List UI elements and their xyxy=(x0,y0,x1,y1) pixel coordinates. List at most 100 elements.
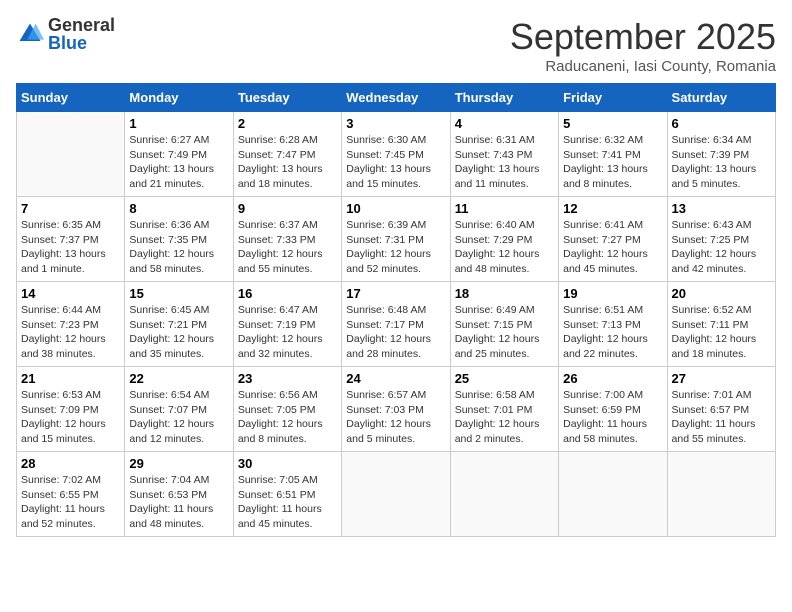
table-row: 17 Sunrise: 6:48 AMSunset: 7:17 PMDayligh… xyxy=(342,282,450,367)
day-detail: Sunrise: 6:28 AMSunset: 7:47 PMDaylight:… xyxy=(238,133,337,192)
logo-icon xyxy=(16,20,44,48)
day-number: 7 xyxy=(21,201,120,216)
day-detail: Sunrise: 6:32 AMSunset: 7:41 PMDaylight:… xyxy=(563,133,662,192)
logo-blue-text: Blue xyxy=(48,34,115,52)
calendar-week-row: 21 Sunrise: 6:53 AMSunset: 7:09 PMDayligh… xyxy=(17,367,776,452)
table-row: 27Sunrise: 7:01 AMSunset: 6:57 PMDayligh… xyxy=(667,367,775,452)
day-number: 18 xyxy=(455,286,554,301)
day-detail: Sunrise: 6:47 AMSunset: 7:19 PMDaylight:… xyxy=(238,303,337,362)
day-detail: Sunrise: 6:54 AMSunset: 7:07 PMDaylight:… xyxy=(129,388,228,447)
table-row: 15 Sunrise: 6:45 AMSunset: 7:21 PMDayligh… xyxy=(125,282,233,367)
table-row: 21 Sunrise: 6:53 AMSunset: 7:09 PMDayligh… xyxy=(17,367,125,452)
table-row: 3 Sunrise: 6:30 AMSunset: 7:45 PMDaylight… xyxy=(342,112,450,197)
day-number: 30 xyxy=(238,456,337,471)
table-row: 2 Sunrise: 6:28 AMSunset: 7:47 PMDaylight… xyxy=(233,112,341,197)
table-row: 10 Sunrise: 6:39 AMSunset: 7:31 PMDayligh… xyxy=(342,197,450,282)
day-detail: Sunrise: 6:39 AMSunset: 7:31 PMDaylight:… xyxy=(346,218,445,277)
table-row xyxy=(342,452,450,537)
calendar-header-row: Sunday Monday Tuesday Wednesday Thursday… xyxy=(17,84,776,112)
col-monday: Monday xyxy=(125,84,233,112)
day-number: 21 xyxy=(21,371,120,386)
day-number: 15 xyxy=(129,286,228,301)
calendar-table: Sunday Monday Tuesday Wednesday Thursday… xyxy=(16,83,776,537)
day-detail: Sunrise: 6:44 AMSunset: 7:23 PMDaylight:… xyxy=(21,303,120,362)
day-number: 1 xyxy=(129,116,228,131)
table-row xyxy=(559,452,667,537)
table-row: 12 Sunrise: 6:41 AMSunset: 7:27 PMDayligh… xyxy=(559,197,667,282)
location-subtitle: Raducaneni, Iasi County, Romania xyxy=(510,58,776,75)
table-row: 13 Sunrise: 6:43 AMSunset: 7:25 PMDayligh… xyxy=(667,197,775,282)
day-detail: Sunrise: 6:31 AMSunset: 7:43 PMDaylight:… xyxy=(455,133,554,192)
col-wednesday: Wednesday xyxy=(342,84,450,112)
day-number: 20 xyxy=(672,286,771,301)
col-thursday: Thursday xyxy=(450,84,558,112)
day-number: 10 xyxy=(346,201,445,216)
table-row: 29 Sunrise: 7:04 AMSunset: 6:53 PMDayligh… xyxy=(125,452,233,537)
table-row: 4 Sunrise: 6:31 AMSunset: 7:43 PMDaylight… xyxy=(450,112,558,197)
col-friday: Friday xyxy=(559,84,667,112)
table-row: 7 Sunrise: 6:35 AMSunset: 7:37 PMDaylight… xyxy=(17,197,125,282)
day-number: 8 xyxy=(129,201,228,216)
calendar-week-row: 1 Sunrise: 6:27 AMSunset: 7:49 PMDaylight… xyxy=(17,112,776,197)
table-row: 30Sunrise: 7:05 AMSunset: 6:51 PMDayligh… xyxy=(233,452,341,537)
table-row: 28 Sunrise: 7:02 AMSunset: 6:55 PMDayligh… xyxy=(17,452,125,537)
table-row: 16Sunrise: 6:47 AMSunset: 7:19 PMDayligh… xyxy=(233,282,341,367)
day-number: 22 xyxy=(129,371,228,386)
day-detail: Sunrise: 7:04 AMSunset: 6:53 PMDaylight:… xyxy=(129,473,228,532)
calendar-week-row: 7 Sunrise: 6:35 AMSunset: 7:37 PMDaylight… xyxy=(17,197,776,282)
day-detail: Sunrise: 6:41 AMSunset: 7:27 PMDaylight:… xyxy=(563,218,662,277)
col-tuesday: Tuesday xyxy=(233,84,341,112)
day-detail: Sunrise: 6:45 AMSunset: 7:21 PMDaylight:… xyxy=(129,303,228,362)
day-number: 27 xyxy=(672,371,771,386)
title-area: September 2025 Raducaneni, Iasi County, … xyxy=(510,16,776,75)
table-row: 5 Sunrise: 6:32 AMSunset: 7:41 PMDaylight… xyxy=(559,112,667,197)
calendar-week-row: 14Sunrise: 6:44 AMSunset: 7:23 PMDayligh… xyxy=(17,282,776,367)
day-detail: Sunrise: 6:58 AMSunset: 7:01 PMDaylight:… xyxy=(455,388,554,447)
day-detail: Sunrise: 6:36 AMSunset: 7:35 PMDaylight:… xyxy=(129,218,228,277)
table-row: 24 Sunrise: 6:57 AMSunset: 7:03 PMDayligh… xyxy=(342,367,450,452)
col-saturday: Saturday xyxy=(667,84,775,112)
day-detail: Sunrise: 6:43 AMSunset: 7:25 PMDaylight:… xyxy=(672,218,771,277)
day-detail: Sunrise: 6:49 AMSunset: 7:15 PMDaylight:… xyxy=(455,303,554,362)
table-row xyxy=(17,112,125,197)
table-row: 8 Sunrise: 6:36 AMSunset: 7:35 PMDaylight… xyxy=(125,197,233,282)
month-title: September 2025 xyxy=(510,16,776,58)
day-detail: Sunrise: 6:57 AMSunset: 7:03 PMDaylight:… xyxy=(346,388,445,447)
day-detail: Sunrise: 6:53 AMSunset: 7:09 PMDaylight:… xyxy=(21,388,120,447)
day-number: 12 xyxy=(563,201,662,216)
calendar-week-row: 28 Sunrise: 7:02 AMSunset: 6:55 PMDayligh… xyxy=(17,452,776,537)
day-detail: Sunrise: 7:00 AMSunset: 6:59 PMDaylight:… xyxy=(563,388,662,447)
day-number: 28 xyxy=(21,456,120,471)
table-row: 25Sunrise: 6:58 AMSunset: 7:01 PMDayligh… xyxy=(450,367,558,452)
day-detail: Sunrise: 7:02 AMSunset: 6:55 PMDaylight:… xyxy=(21,473,120,532)
day-detail: Sunrise: 6:27 AMSunset: 7:49 PMDaylight:… xyxy=(129,133,228,192)
logo-general-text: General xyxy=(48,16,115,34)
header: General Blue September 2025 Raducaneni, … xyxy=(16,16,776,75)
day-detail: Sunrise: 6:34 AMSunset: 7:39 PMDaylight:… xyxy=(672,133,771,192)
day-detail: Sunrise: 6:30 AMSunset: 7:45 PMDaylight:… xyxy=(346,133,445,192)
day-number: 17 xyxy=(346,286,445,301)
day-detail: Sunrise: 6:35 AMSunset: 7:37 PMDaylight:… xyxy=(21,218,120,277)
table-row: 18 Sunrise: 6:49 AMSunset: 7:15 PMDayligh… xyxy=(450,282,558,367)
day-detail: Sunrise: 6:51 AMSunset: 7:13 PMDaylight:… xyxy=(563,303,662,362)
table-row: 19 Sunrise: 6:51 AMSunset: 7:13 PMDayligh… xyxy=(559,282,667,367)
day-number: 24 xyxy=(346,371,445,386)
day-detail: Sunrise: 6:48 AMSunset: 7:17 PMDaylight:… xyxy=(346,303,445,362)
table-row: 1 Sunrise: 6:27 AMSunset: 7:49 PMDaylight… xyxy=(125,112,233,197)
day-number: 29 xyxy=(129,456,228,471)
day-number: 5 xyxy=(563,116,662,131)
day-number: 3 xyxy=(346,116,445,131)
day-number: 23 xyxy=(238,371,337,386)
day-number: 13 xyxy=(672,201,771,216)
table-row: 23 Sunrise: 6:56 AMSunset: 7:05 PMDayligh… xyxy=(233,367,341,452)
day-number: 2 xyxy=(238,116,337,131)
day-number: 4 xyxy=(455,116,554,131)
day-number: 19 xyxy=(563,286,662,301)
table-row: 14Sunrise: 6:44 AMSunset: 7:23 PMDayligh… xyxy=(17,282,125,367)
table-row: 9Sunrise: 6:37 AMSunset: 7:33 PMDaylight… xyxy=(233,197,341,282)
day-detail: Sunrise: 6:56 AMSunset: 7:05 PMDaylight:… xyxy=(238,388,337,447)
day-number: 26 xyxy=(563,371,662,386)
day-detail: Sunrise: 6:40 AMSunset: 7:29 PMDaylight:… xyxy=(455,218,554,277)
day-number: 6 xyxy=(672,116,771,131)
table-row: 6 Sunrise: 6:34 AMSunset: 7:39 PMDaylight… xyxy=(667,112,775,197)
